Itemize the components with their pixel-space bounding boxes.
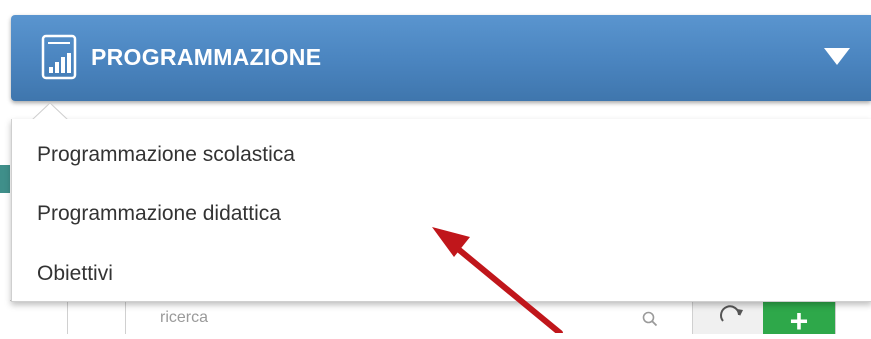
search-input[interactable]: ricerca — [160, 309, 208, 327]
dropdown-pointer — [32, 102, 68, 120]
menu-title: PROGRAMMAZIONE — [91, 44, 322, 70]
chart-document-icon — [41, 34, 77, 80]
refresh-button[interactable] — [692, 301, 763, 334]
menu-item-obiettivi[interactable]: Obiettivi — [37, 254, 113, 294]
search-icon[interactable] — [642, 311, 658, 327]
toolbar-cell — [835, 301, 871, 334]
toolbar-cell — [10, 301, 68, 334]
dropdown-menu: Programmazione scolastica Programmazione… — [11, 102, 871, 302]
plus-icon: + — [789, 303, 809, 339]
caret-down-icon[interactable] — [822, 46, 852, 66]
background-toolbar: ricerca + — [10, 300, 871, 339]
menu-item-programmazione-didattica[interactable]: Programmazione didattica — [37, 194, 281, 234]
menu-item-programmazione-scolastica[interactable]: Programmazione scolastica — [37, 135, 295, 175]
toolbar-cell — [67, 301, 126, 334]
add-button[interactable]: + — [763, 301, 835, 339]
programmazione-menu-header[interactable]: PROGRAMMAZIONE — [11, 15, 871, 101]
background-tab-edge — [0, 165, 10, 193]
refresh-icon — [720, 305, 743, 322]
